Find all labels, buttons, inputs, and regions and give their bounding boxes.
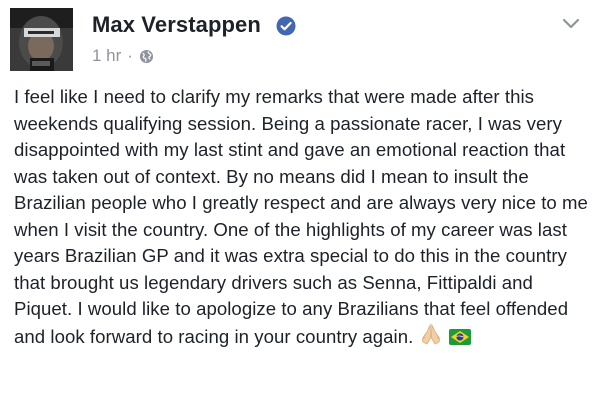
post-meta: 1 hr · <box>92 46 154 66</box>
avatar-image <box>10 8 73 71</box>
post-body-text: I feel like I need to clarify my remarks… <box>14 86 588 347</box>
chevron-down-icon[interactable] <box>562 18 580 30</box>
globe-icon[interactable] <box>139 49 154 64</box>
brazil-flag-emoji <box>449 326 472 353</box>
author-name[interactable]: Max Verstappen <box>92 12 261 38</box>
avatar[interactable] <box>10 8 73 71</box>
facebook-post: Max Verstappen 1 hr · I feel like I need… <box>0 0 596 414</box>
verified-badge-icon <box>276 16 296 36</box>
post-body: I feel like I need to clarify my remarks… <box>14 84 589 352</box>
folded-hands-emoji <box>419 323 443 353</box>
timestamp[interactable]: 1 hr <box>92 46 121 66</box>
meta-separator: · <box>127 46 133 65</box>
